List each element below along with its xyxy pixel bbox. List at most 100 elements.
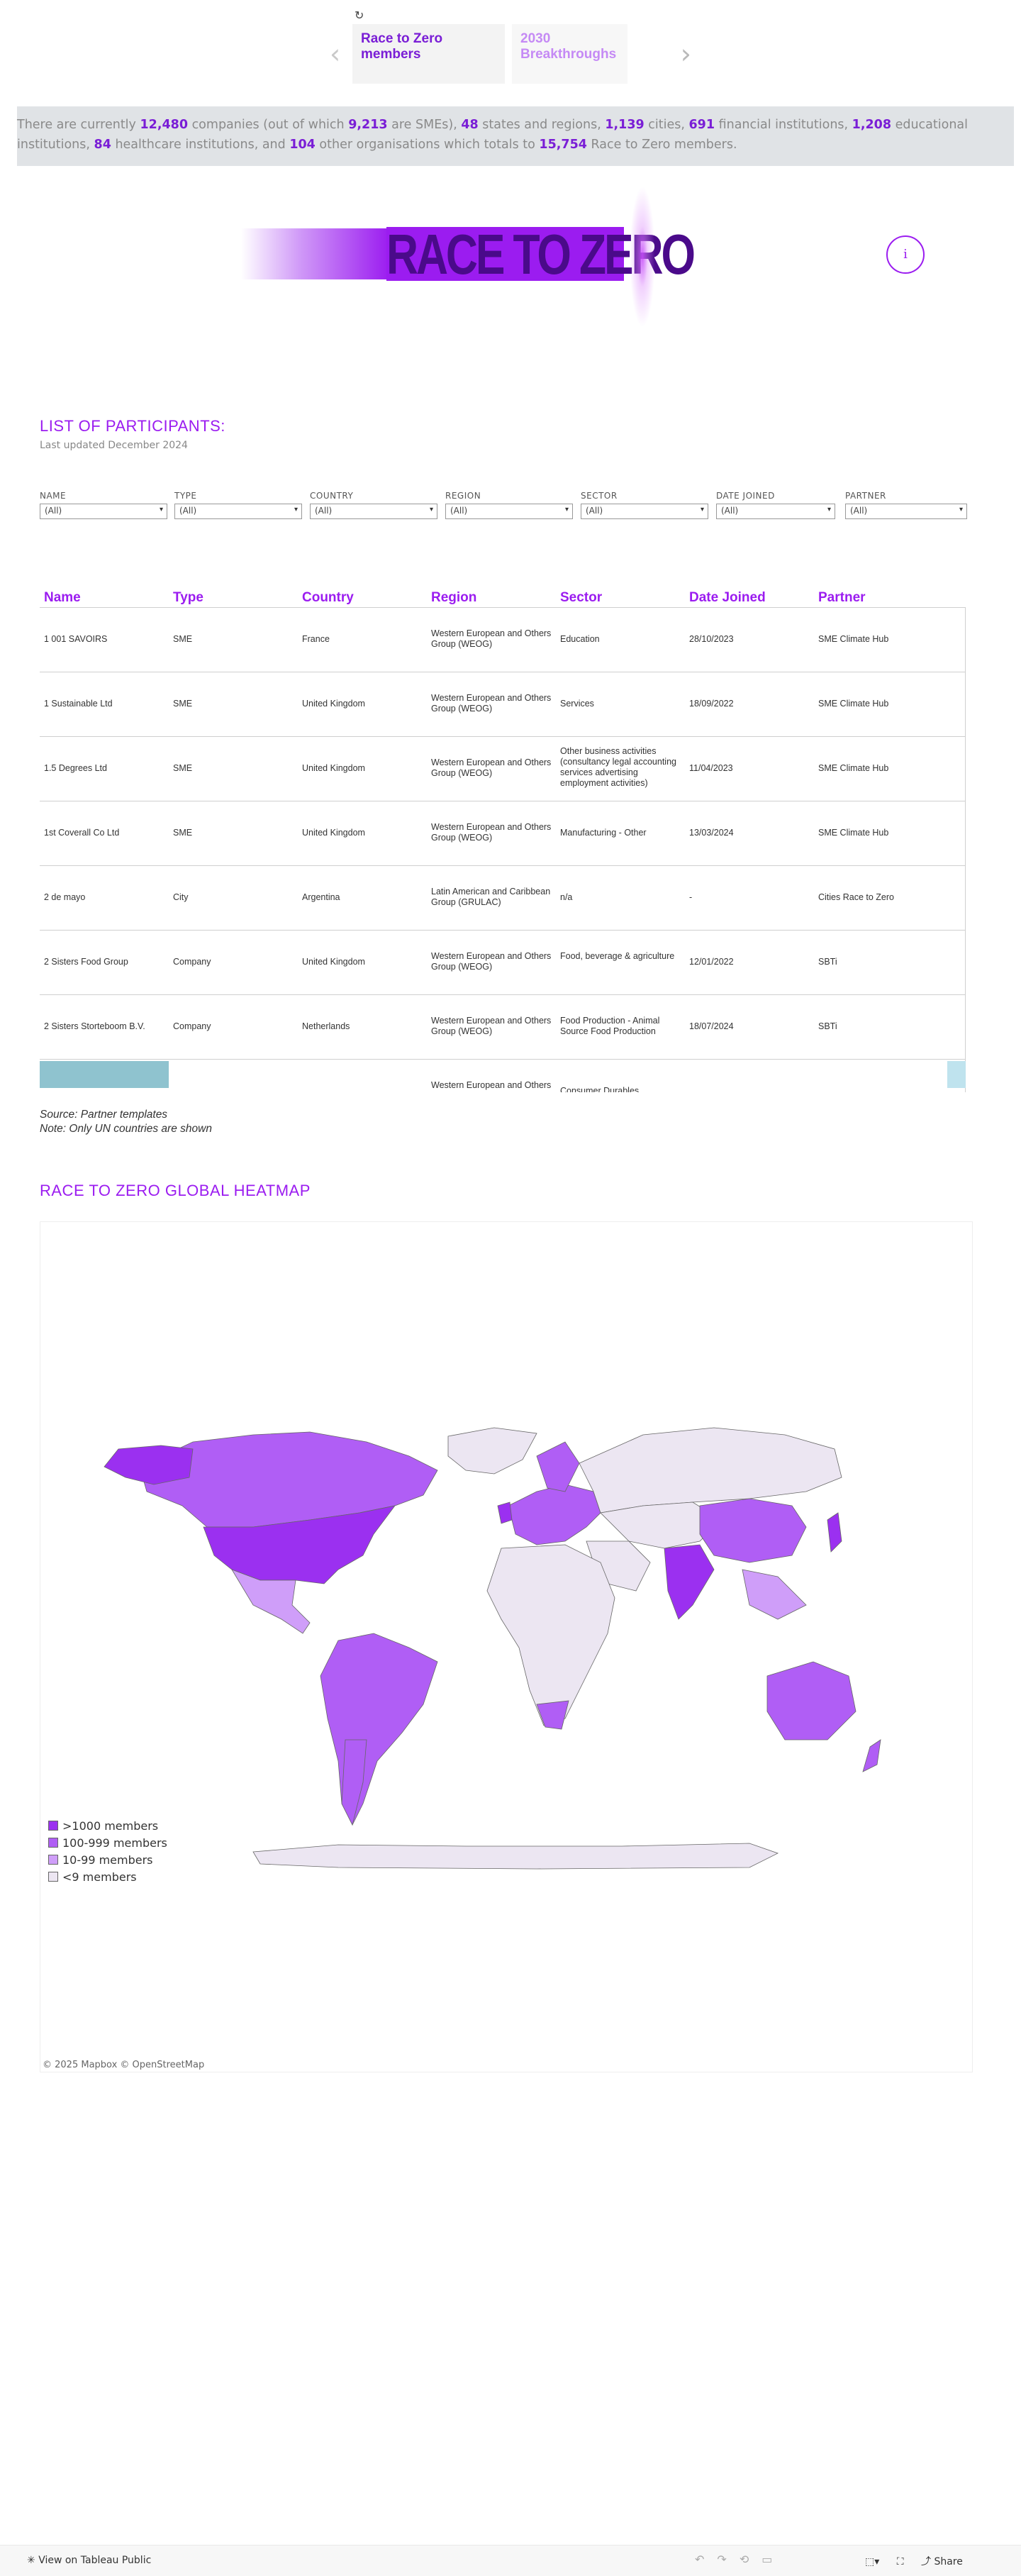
filter-sector-select[interactable]: (All) ▾ [581,504,708,519]
legend-item: 10-99 members [48,1851,167,1868]
cell-sector: Services [560,699,594,709]
table-row[interactable]: 1st Coverall Co Ltd SME United Kingdom West… [40,801,966,865]
healthcare-count: 84 [94,138,111,152]
cell-partner: SME Climate Hub [818,699,889,709]
toolbar-history-controls: ↶↷⟲▭ [695,2553,785,2566]
download-icon[interactable]: ⬚▾ [865,2556,879,2567]
cell-name: 2 Sisters Food Group [44,957,128,967]
column-header-date-joined[interactable]: Date Joined [689,590,766,606]
cell-sector: Education [560,634,600,644]
column-header-type[interactable]: Type [173,590,203,606]
table-row[interactable]: 1 001 SAVOIRS SME France Western European a… [40,607,966,672]
pause-icon[interactable]: ▭ [761,2553,785,2566]
next-arrow-icon[interactable]: › [681,38,691,70]
filter-partner: PARTNER (All) ▾ [845,491,973,519]
cell-type: Company [173,1021,211,1031]
other-count: 104 [289,138,316,152]
cell-country: United Kingdom [302,828,365,838]
cell-date-joined: 12/01/2022 [689,957,734,967]
cell-sector: Food Production - Animal Source Food Pro… [560,1016,660,1036]
global-heatmap[interactable] [40,1221,973,2072]
cell-name: 1 Sustainable Ltd [44,699,113,709]
educational-count: 1,208 [852,118,892,132]
filter-country-select[interactable]: (All) ▾ [310,504,437,519]
table-row[interactable]: 2 de mayo City Argentina Latin American and… [40,865,966,930]
legend-label: 100-999 members [62,1836,167,1850]
share-button[interactable]: ⤴ Share [921,2556,977,2567]
scrollbar-thumb[interactable] [40,1061,169,1088]
cell-country: United Kingdom [302,957,365,967]
participants-table: Name Type Country Region Sector Date Joi… [40,586,966,1092]
column-header-partner[interactable]: Partner [818,590,866,606]
filter-type: TYPE (All) ▾ [174,491,302,519]
summary-text: other organisations which totals to [315,138,540,152]
redo-icon[interactable]: ↷ [717,2553,739,2566]
table-row[interactable]: 1 Sustainable Ltd SME United Kingdom Wester… [40,672,966,736]
map-argentina-chile [341,1739,367,1826]
cell-date-joined: 13/03/2024 [689,828,734,838]
filter-partner-select[interactable]: (All) ▾ [845,504,967,519]
filter-country: COUNTRY (All) ▾ [310,491,437,519]
cell-name: 1 001 SAVOIRS [44,634,108,644]
table-row[interactable]: 2 Sisters Food Group Company United Kingdo… [40,930,966,994]
previous-arrow-icon[interactable]: ‹ [330,38,340,70]
page: ↻ ‹ Race to Zero members 2030 Breakthrou… [0,0,1021,2576]
cell-sector: Food, beverage & agriculture [560,951,675,961]
cell-country: United Kingdom [302,699,365,709]
dropdown-caret-icon: ▾ [827,506,831,513]
cell-region: Western European and Others Group (WEOG) [431,951,552,972]
tab-2030-breakthroughs[interactable]: 2030 Breakthroughs [512,24,627,84]
summary-text: financial institutions, [715,118,852,132]
map-antarctica [252,1843,779,1870]
horizontal-scrollbar[interactable] [40,1061,966,1088]
cell-partner: SME Climate Hub [818,763,889,773]
column-header-name[interactable]: Name [44,590,81,606]
filter-label: PARTNER [845,491,886,501]
column-header-sector[interactable]: Sector [560,590,602,606]
cell-country: United Kingdom [302,763,365,773]
filter-label: REGION [445,491,481,501]
map-credit[interactable]: © 2025 Mapbox © OpenStreetMap [43,2060,204,2070]
filter-value: (All) [450,506,468,516]
filter-label: DATE JOINED [716,491,775,501]
map-alaska [104,1445,194,1485]
summary-text: There are currently [17,118,140,132]
summary-text: cities, [644,118,689,132]
filter-date-joined-select[interactable]: (All) ▾ [716,504,835,519]
cell-type: SME [173,828,193,838]
column-header-country[interactable]: Country [302,590,354,606]
dropdown-caret-icon: ▾ [159,506,163,513]
revert-icon[interactable]: ⟲ [740,2553,761,2566]
cell-date-joined: 11/04/2023 [689,763,733,773]
view-on-tableau-link[interactable]: ✳ View on Tableau Public [27,2555,151,2566]
filter-name-select[interactable]: (All) ▾ [40,504,167,519]
dropdown-caret-icon: ▾ [564,506,569,513]
filter-region-select[interactable]: (All) ▾ [445,504,573,519]
dropdown-caret-icon: ▾ [429,506,433,513]
map-southeast-asia [742,1569,807,1620]
fullscreen-icon[interactable]: ⛶ [897,2556,904,2567]
cell-name: 2 Sisters Storteboom B.V. [44,1021,145,1031]
summary-text: healthcare institutions, and [111,138,290,152]
map-australia [766,1661,857,1741]
tab-race-to-zero-members[interactable]: Race to Zero members [352,24,505,84]
cell-type: Company [173,957,211,967]
reload-icon[interactable]: ↻ [355,9,364,22]
map-canada [139,1431,438,1528]
cell-partner: SBTi [818,957,837,967]
scrollbar-end[interactable] [947,1061,966,1088]
table-footnote: Source: Partner templates Note: Only UN … [40,1108,212,1136]
table-row[interactable]: 1.5 Degrees Ltd SME United Kingdom Western … [40,736,966,801]
smes-count: 9,213 [348,118,388,132]
info-button[interactable]: i [886,235,925,274]
cell-type: SME [173,763,193,773]
cell-date-joined: 18/07/2024 [689,1021,734,1031]
filter-type-select[interactable]: (All) ▾ [174,504,302,519]
dropdown-caret-icon: ▾ [294,506,298,513]
table-row[interactable]: 2 Sisters Storteboom B.V. Company Netherla… [40,994,966,1059]
cell-country: France [302,634,330,644]
dropdown-caret-icon: ▾ [700,506,704,513]
column-header-region[interactable]: Region [431,590,476,606]
filter-value: (All) [721,506,739,516]
undo-icon[interactable]: ↶ [695,2553,717,2566]
